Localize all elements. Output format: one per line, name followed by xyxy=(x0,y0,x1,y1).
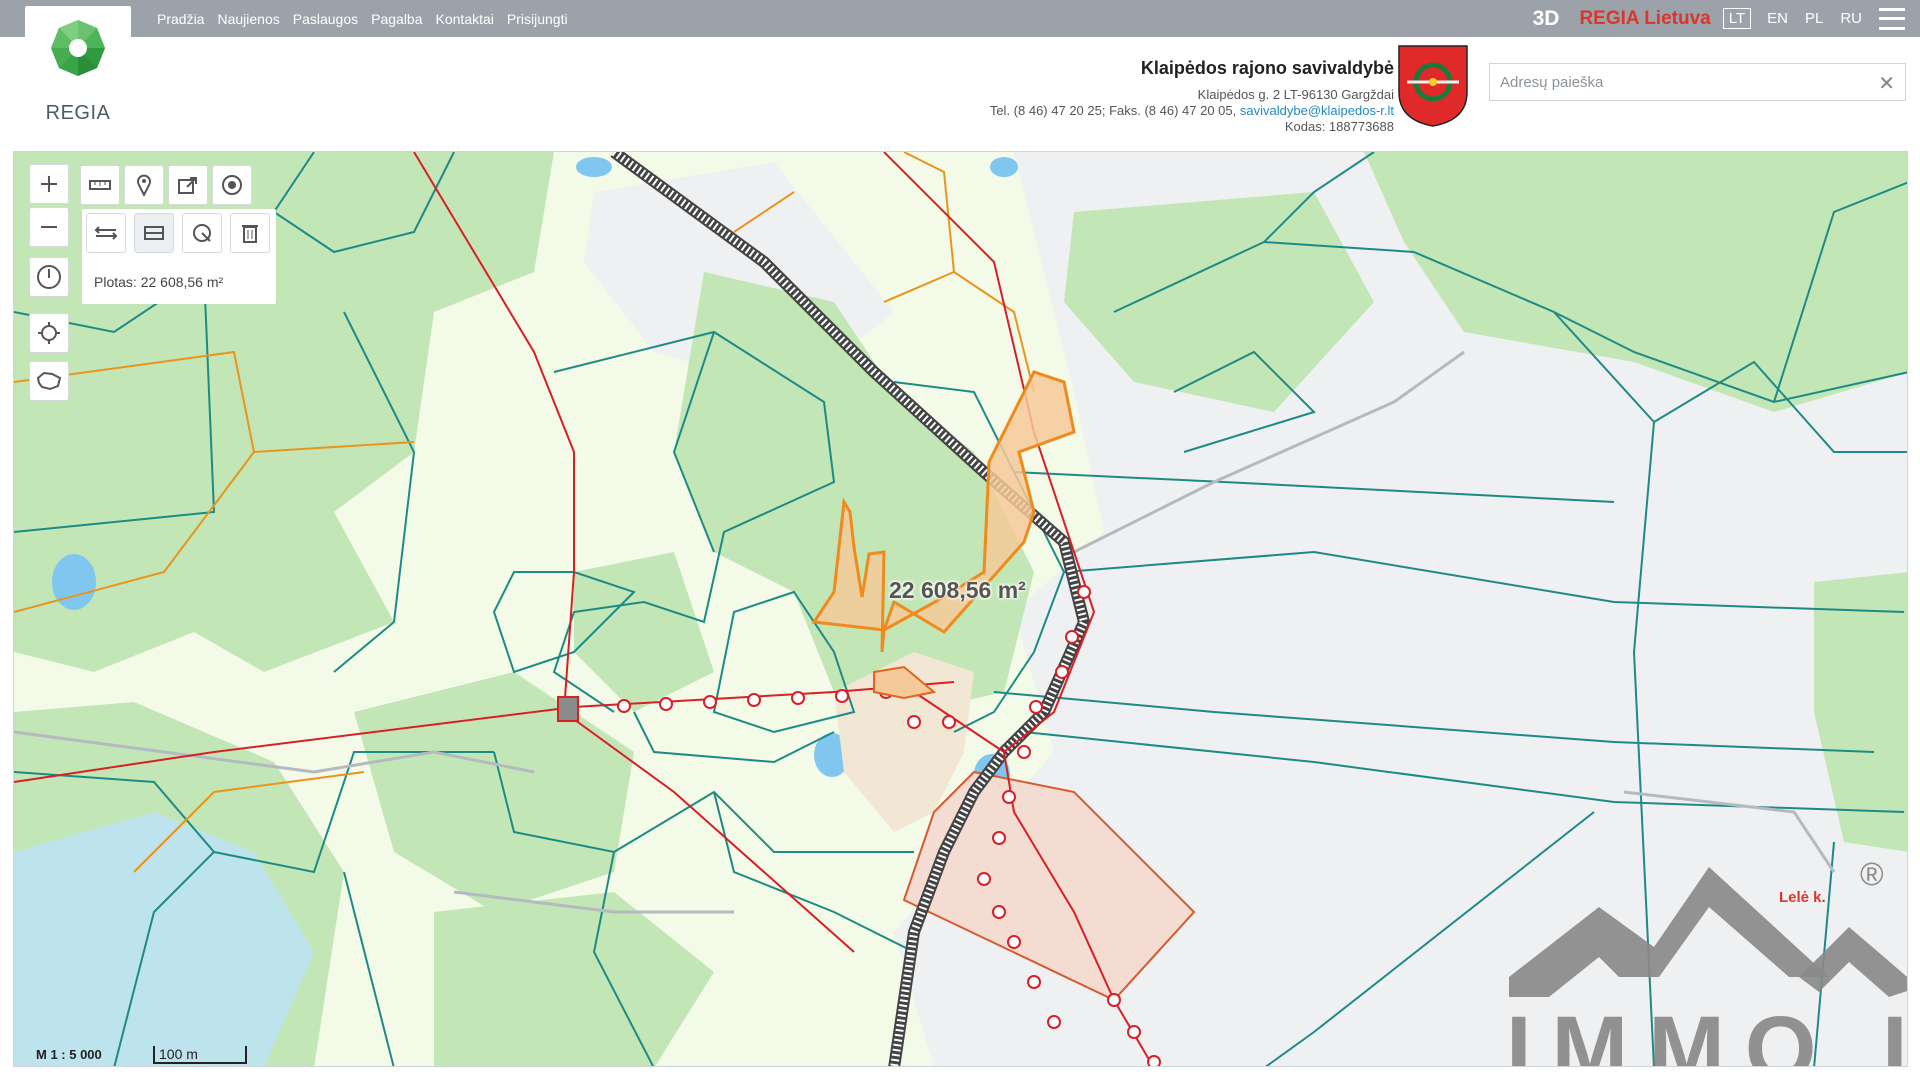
history-icon xyxy=(37,265,61,289)
pond xyxy=(52,554,96,610)
nav-paslaugos[interactable]: Paslaugos xyxy=(293,11,358,27)
history-button[interactable] xyxy=(29,257,69,297)
lithuania-map-icon xyxy=(36,371,62,391)
measure-button[interactable] xyxy=(80,165,120,205)
watermark-registered: ® xyxy=(1860,856,1884,892)
zoom-in-icon xyxy=(41,176,57,192)
area-label: 22 608,56 m² xyxy=(889,577,1026,603)
top-bar: Pradžia Naujienos Paslaugos Pagalba Kont… xyxy=(0,0,1920,37)
measure-result: Plotas: 22 608,56 m² xyxy=(94,274,224,290)
pin-icon xyxy=(137,174,151,196)
measure-distance-icon xyxy=(94,226,118,240)
municipality-address: Klaipėdos g. 2 LT-96130 Gargždai xyxy=(1197,87,1394,102)
watermark-text: IMMO.LT xyxy=(1506,998,1907,1067)
country-view-button[interactable] xyxy=(29,361,69,401)
nav-pagalba[interactable]: Pagalba xyxy=(371,11,422,27)
reset-measure-button[interactable] xyxy=(182,213,222,253)
regia-lietuva-link[interactable]: REGIA Lietuva xyxy=(1579,8,1710,30)
municipality-phone: Tel. (8 46) 47 20 25; Faks. (8 46) 47 20… xyxy=(989,103,1237,118)
immo-watermark-icon xyxy=(1509,867,1907,997)
nav-naujienos[interactable]: Naujienos xyxy=(217,11,279,27)
address-search-input[interactable] xyxy=(1490,64,1860,100)
municipality-email-link[interactable]: savivaldybe@klaipedos-r.lt xyxy=(1240,103,1394,118)
ruler-icon xyxy=(89,180,111,190)
pond xyxy=(576,157,612,177)
regia-logo[interactable]: REGIA xyxy=(25,6,131,131)
measure-distance-button[interactable] xyxy=(86,213,126,253)
pond xyxy=(990,157,1018,177)
main-nav: Pradžia Naujienos Paslaugos Pagalba Kont… xyxy=(157,0,568,37)
municipality-contacts: Tel. (8 46) 47 20 25; Faks. (8 46) 47 20… xyxy=(990,103,1394,119)
nav-prisijungti[interactable]: Prisijungti xyxy=(507,11,568,27)
share-icon xyxy=(178,177,197,194)
measure-area-icon xyxy=(144,226,164,240)
clear-search-icon[interactable]: ✕ xyxy=(1878,71,1895,96)
lang-lt[interactable]: LT xyxy=(1722,8,1752,29)
nav-pradzia[interactable]: Pradžia xyxy=(157,11,204,27)
3d-button[interactable]: 3D xyxy=(1533,7,1560,31)
zoom-out-button[interactable] xyxy=(29,207,69,247)
address-search: ✕ xyxy=(1489,63,1906,101)
logo-text: REGIA xyxy=(45,102,111,124)
point-button[interactable] xyxy=(212,165,252,205)
place-marker-button[interactable] xyxy=(124,165,164,205)
regia-logo-icon xyxy=(51,20,105,76)
trash-icon xyxy=(242,225,258,243)
municipality-info: Klaipėdos rajono savivaldybė Klaipėdos g… xyxy=(990,58,1394,135)
target-icon xyxy=(222,175,242,195)
menu-icon[interactable] xyxy=(1879,7,1905,30)
scale-bar-label: 100 m xyxy=(159,1046,198,1062)
zoom-out-icon xyxy=(41,226,57,228)
zoom-in-button[interactable] xyxy=(29,164,69,204)
municipality-name: Klaipėdos rajono savivaldybė xyxy=(1140,58,1394,78)
share-button[interactable] xyxy=(168,165,208,205)
substation-icon xyxy=(557,696,579,722)
map-view[interactable]: Plotas: 22 608,56 m² 22 608,56 m² Lelė k… xyxy=(13,151,1908,1067)
scale-ratio: M 1 : 5 000 xyxy=(36,1047,102,1062)
lang-ru[interactable]: RU xyxy=(1840,10,1862,27)
reset-measure-icon xyxy=(193,224,211,242)
delete-measure-button[interactable] xyxy=(230,213,270,253)
lang-en[interactable]: EN xyxy=(1767,10,1788,27)
municipality-code: Kodas: 188773688 xyxy=(1284,119,1394,134)
lang-pl[interactable]: PL xyxy=(1805,10,1823,27)
locate-button[interactable] xyxy=(29,313,69,353)
coat-of-arms-icon xyxy=(1398,45,1468,127)
nav-kontaktai[interactable]: Kontaktai xyxy=(436,11,494,27)
top-right-controls: 3D REGIA Lietuva LT EN PL RU xyxy=(1533,0,1920,37)
locate-icon xyxy=(38,322,60,344)
measure-area-button[interactable] xyxy=(134,213,174,253)
